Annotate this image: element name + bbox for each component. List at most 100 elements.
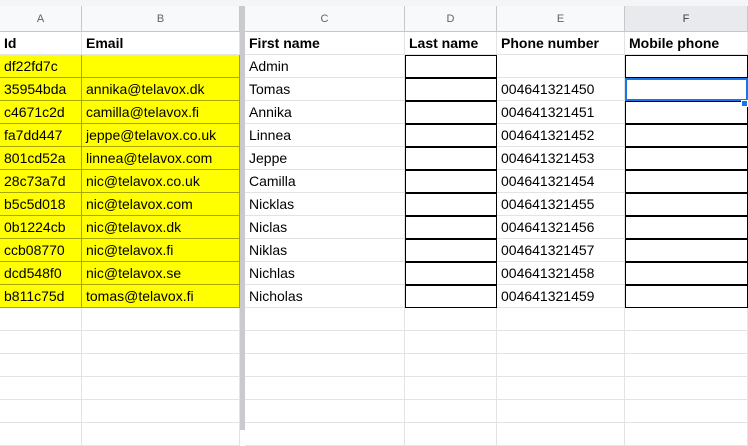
empty-cell[interactable]	[625, 423, 748, 446]
empty-cell[interactable]	[245, 377, 405, 400]
table-cell-last[interactable]	[405, 124, 497, 147]
empty-cell[interactable]	[405, 354, 497, 377]
table-cell-id[interactable]: ccb08770	[0, 239, 82, 262]
table-cell-mobile[interactable]	[625, 193, 748, 216]
empty-cell[interactable]	[0, 308, 82, 331]
table-cell-phone[interactable]: 004641321457	[497, 239, 625, 262]
table-cell-id[interactable]: b5c5d018	[0, 193, 82, 216]
table-cell-id[interactable]: 801cd52a	[0, 147, 82, 170]
table-cell-last[interactable]	[405, 147, 497, 170]
table-cell-mobile[interactable]	[625, 147, 748, 170]
empty-cell[interactable]	[82, 423, 240, 446]
table-cell-email[interactable]: tomas@telavox.fi	[82, 285, 240, 308]
empty-cell[interactable]	[405, 400, 497, 423]
empty-cell[interactable]	[497, 308, 625, 331]
table-cell-first[interactable]: Admin	[245, 55, 405, 78]
table-cell-first[interactable]: Nicklas	[245, 193, 405, 216]
empty-cell[interactable]	[82, 354, 240, 377]
table-cell-email[interactable]: camilla@telavox.fi	[82, 101, 240, 124]
table-cell-first[interactable]: Tomas	[245, 78, 405, 101]
empty-cell[interactable]	[625, 354, 748, 377]
fill-handle[interactable]	[741, 100, 748, 107]
table-cell-last[interactable]	[405, 285, 497, 308]
empty-cell[interactable]	[625, 308, 748, 331]
table-cell-mobile[interactable]	[625, 101, 748, 124]
table-cell-id[interactable]: c4671c2d	[0, 101, 82, 124]
empty-cell[interactable]	[405, 423, 497, 446]
table-cell-first[interactable]: Linnea	[245, 124, 405, 147]
column-header-d[interactable]: D	[405, 6, 497, 32]
empty-cell[interactable]	[625, 331, 748, 354]
empty-cell[interactable]	[245, 331, 405, 354]
table-cell-email[interactable]: jeppe@telavox.co.uk	[82, 124, 240, 147]
table-cell-phone[interactable]: 004641321453	[497, 147, 625, 170]
table-cell-email[interactable]: nic@telavox.se	[82, 262, 240, 285]
header-cell-phone[interactable]: Phone number	[497, 32, 625, 55]
table-cell-mobile[interactable]	[625, 170, 748, 193]
header-cell-email[interactable]: Email	[82, 32, 240, 55]
empty-cell[interactable]	[245, 423, 405, 446]
table-cell-id[interactable]: 35954bda	[0, 78, 82, 101]
table-cell-phone[interactable]	[497, 55, 625, 78]
column-header-f[interactable]: F	[625, 6, 748, 32]
table-cell-mobile[interactable]	[625, 78, 748, 101]
empty-cell[interactable]	[497, 400, 625, 423]
empty-cell[interactable]	[497, 354, 625, 377]
table-cell-mobile[interactable]	[625, 124, 748, 147]
empty-cell[interactable]	[82, 400, 240, 423]
table-cell-first[interactable]: Niclas	[245, 216, 405, 239]
table-cell-mobile[interactable]	[625, 55, 748, 78]
empty-cell[interactable]	[82, 377, 240, 400]
empty-cell[interactable]	[82, 331, 240, 354]
table-cell-first[interactable]: Camilla	[245, 170, 405, 193]
empty-cell[interactable]	[0, 354, 82, 377]
column-header-a[interactable]: A	[0, 6, 82, 32]
table-cell-mobile[interactable]	[625, 239, 748, 262]
table-cell-email[interactable]: nic@telavox.dk	[82, 216, 240, 239]
table-cell-last[interactable]	[405, 216, 497, 239]
table-cell-phone[interactable]: 004641321459	[497, 285, 625, 308]
header-cell-mobile[interactable]: Mobile phone	[625, 32, 748, 55]
empty-cell[interactable]	[0, 423, 82, 446]
table-cell-first[interactable]: Niklas	[245, 239, 405, 262]
column-header-b[interactable]: B	[82, 6, 240, 32]
empty-cell[interactable]	[497, 423, 625, 446]
header-cell-id[interactable]: Id	[0, 32, 82, 55]
table-cell-last[interactable]	[405, 55, 497, 78]
frozen-columns-divider[interactable]	[240, 6, 245, 430]
table-cell-mobile[interactable]	[625, 262, 748, 285]
empty-cell[interactable]	[0, 331, 82, 354]
table-cell-mobile[interactable]	[625, 216, 748, 239]
table-cell-first[interactable]: Nichlas	[245, 262, 405, 285]
table-cell-phone[interactable]: 004641321458	[497, 262, 625, 285]
empty-cell[interactable]	[405, 377, 497, 400]
table-cell-phone[interactable]: 004641321452	[497, 124, 625, 147]
table-cell-last[interactable]	[405, 239, 497, 262]
table-cell-mobile[interactable]	[625, 285, 748, 308]
table-cell-last[interactable]	[405, 262, 497, 285]
empty-cell[interactable]	[0, 400, 82, 423]
table-cell-id[interactable]: dcd548f0	[0, 262, 82, 285]
column-header-e[interactable]: E	[497, 6, 625, 32]
table-cell-id[interactable]: df22fd7c	[0, 55, 82, 78]
empty-cell[interactable]	[405, 308, 497, 331]
empty-cell[interactable]	[625, 377, 748, 400]
empty-cell[interactable]	[82, 308, 240, 331]
table-cell-phone[interactable]: 004641321456	[497, 216, 625, 239]
table-cell-first[interactable]: Nicholas	[245, 285, 405, 308]
table-cell-phone[interactable]: 004641321455	[497, 193, 625, 216]
table-cell-first[interactable]: Jeppe	[245, 147, 405, 170]
table-cell-last[interactable]	[405, 78, 497, 101]
table-cell-email[interactable]	[82, 55, 240, 78]
header-cell-first[interactable]: First name	[245, 32, 405, 55]
table-cell-last[interactable]	[405, 193, 497, 216]
table-cell-first[interactable]: Annika	[245, 101, 405, 124]
table-cell-phone[interactable]: 004641321451	[497, 101, 625, 124]
table-cell-id[interactable]: b811c75d	[0, 285, 82, 308]
empty-cell[interactable]	[497, 377, 625, 400]
table-cell-id[interactable]: fa7dd447	[0, 124, 82, 147]
table-cell-email[interactable]: linnea@telavox.com	[82, 147, 240, 170]
table-cell-last[interactable]	[405, 170, 497, 193]
table-cell-email[interactable]: annika@telavox.dk	[82, 78, 240, 101]
empty-cell[interactable]	[245, 308, 405, 331]
